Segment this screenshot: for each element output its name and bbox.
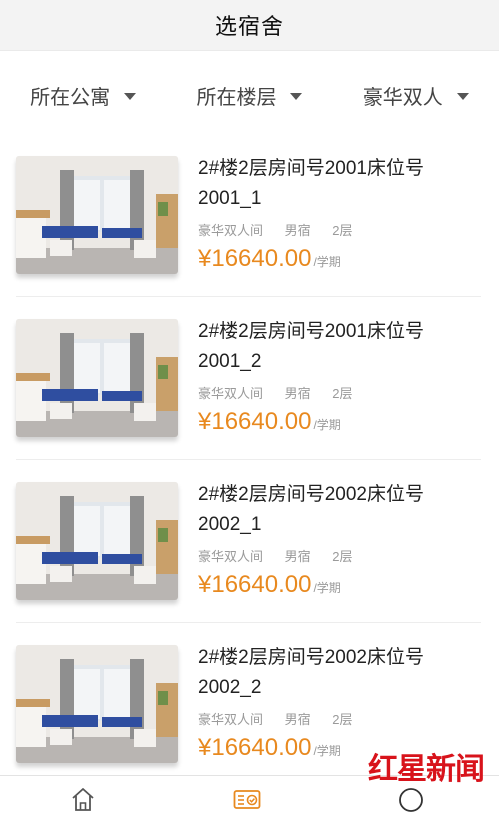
room-meta: 豪华双人间 男宿 2层: [198, 383, 371, 402]
room-title-line: 2#楼2层房间号2001床位号: [198, 321, 424, 342]
user-icon: [399, 788, 423, 812]
price-unit: /学期: [313, 255, 341, 269]
filter-bar: 所在公寓 所在楼层 豪华双人: [0, 50, 499, 135]
price-row: ¥16640.00/学期: [198, 245, 341, 273]
caret-down-icon: [290, 92, 303, 100]
filter-floor[interactable]: 所在楼层: [166, 51, 332, 135]
tab-home[interactable]: [70, 786, 96, 817]
price-row: ¥16640.00/学期: [198, 571, 341, 599]
caret-down-icon: [124, 92, 137, 100]
room-gender: 男宿: [284, 549, 311, 564]
room-price: ¥16640.00: [198, 408, 312, 435]
room-bed-number: 2002_1: [198, 514, 262, 535]
room-meta: 豪华双人间 男宿 2层: [198, 220, 371, 239]
filter-apartment-label: 所在公寓: [30, 86, 111, 109]
room-floor: 2层: [332, 712, 353, 727]
room-floor: 2层: [332, 386, 353, 401]
price-row: ¥16640.00/学期: [198, 734, 341, 762]
room-type: 豪华双人间: [198, 712, 264, 727]
filter-room-type[interactable]: 豪华双人: [333, 51, 499, 135]
room-price: ¥16640.00: [198, 734, 312, 761]
room-title: 2#楼2层房间号2001床位号 2001_2: [198, 317, 468, 377]
filter-apartment[interactable]: 所在公寓: [0, 51, 166, 135]
room-price: ¥16640.00: [198, 571, 312, 598]
room-title-line: 2#楼2层房间号2001床位号: [198, 158, 424, 179]
room-title: 2#楼2层房间号2001床位号 2001_1: [198, 154, 468, 214]
room-photo: [16, 319, 178, 437]
news-watermark: 红星新闻: [368, 742, 496, 787]
room-gender: 男宿: [284, 223, 311, 238]
room-title-line: 2#楼2层房间号2002床位号: [198, 647, 424, 668]
room-card[interactable]: 2#楼2层房间号2002床位号 2002_1 豪华双人间 男宿 2层 ¥1664…: [16, 460, 481, 623]
price-unit: /学期: [313, 744, 341, 758]
room-price: ¥16640.00: [198, 245, 312, 272]
room-meta: 豪华双人间 男宿 2层: [198, 709, 371, 728]
tab-profile[interactable]: [398, 786, 424, 817]
room-floor: 2层: [332, 549, 353, 564]
page-title: 选宿舍: [214, 14, 284, 39]
room-list: 2#楼2层房间号2001床位号 2001_1 豪华双人间 男宿 2层 ¥1664…: [0, 134, 499, 786]
home-icon: [72, 788, 94, 811]
room-type: 豪华双人间: [198, 386, 264, 401]
top-bar: 选宿舍: [0, 0, 499, 50]
room-type: 豪华双人间: [198, 223, 264, 238]
room-bed-number: 2001_1: [198, 188, 262, 209]
room-gender: 男宿: [284, 712, 311, 727]
price-unit: /学期: [313, 418, 341, 432]
room-type: 豪华双人间: [198, 549, 264, 564]
watermark-text: 红星新闻: [368, 752, 485, 787]
room-bed-number: 2001_2: [198, 351, 262, 372]
price-unit: /学期: [313, 581, 341, 595]
room-title-line: 2#楼2层房间号2002床位号: [198, 484, 424, 505]
filter-room-type-label: 豪华双人: [362, 86, 443, 109]
room-floor: 2层: [332, 223, 353, 238]
room-photo: [16, 645, 178, 763]
room-card[interactable]: 2#楼2层房间号2001床位号 2001_1 豪华双人间 男宿 2层 ¥1664…: [16, 134, 481, 297]
filter-floor-label: 所在楼层: [196, 86, 277, 109]
room-title: 2#楼2层房间号2002床位号 2002_2: [198, 643, 468, 703]
room-photo: [16, 156, 178, 274]
room-card[interactable]: 2#楼2层房间号2001床位号 2001_2 豪华双人间 男宿 2层 ¥1664…: [16, 297, 481, 460]
room-gender: 男宿: [284, 386, 311, 401]
price-row: ¥16640.00/学期: [198, 408, 341, 436]
dorm-select-icon: [233, 790, 261, 809]
tab-select-dorm[interactable]: [233, 786, 261, 817]
caret-down-icon: [456, 92, 469, 100]
room-photo: [16, 482, 178, 600]
room-meta: 豪华双人间 男宿 2层: [198, 546, 371, 565]
room-title: 2#楼2层房间号2002床位号 2002_1: [198, 480, 468, 540]
room-bed-number: 2002_2: [198, 677, 262, 698]
